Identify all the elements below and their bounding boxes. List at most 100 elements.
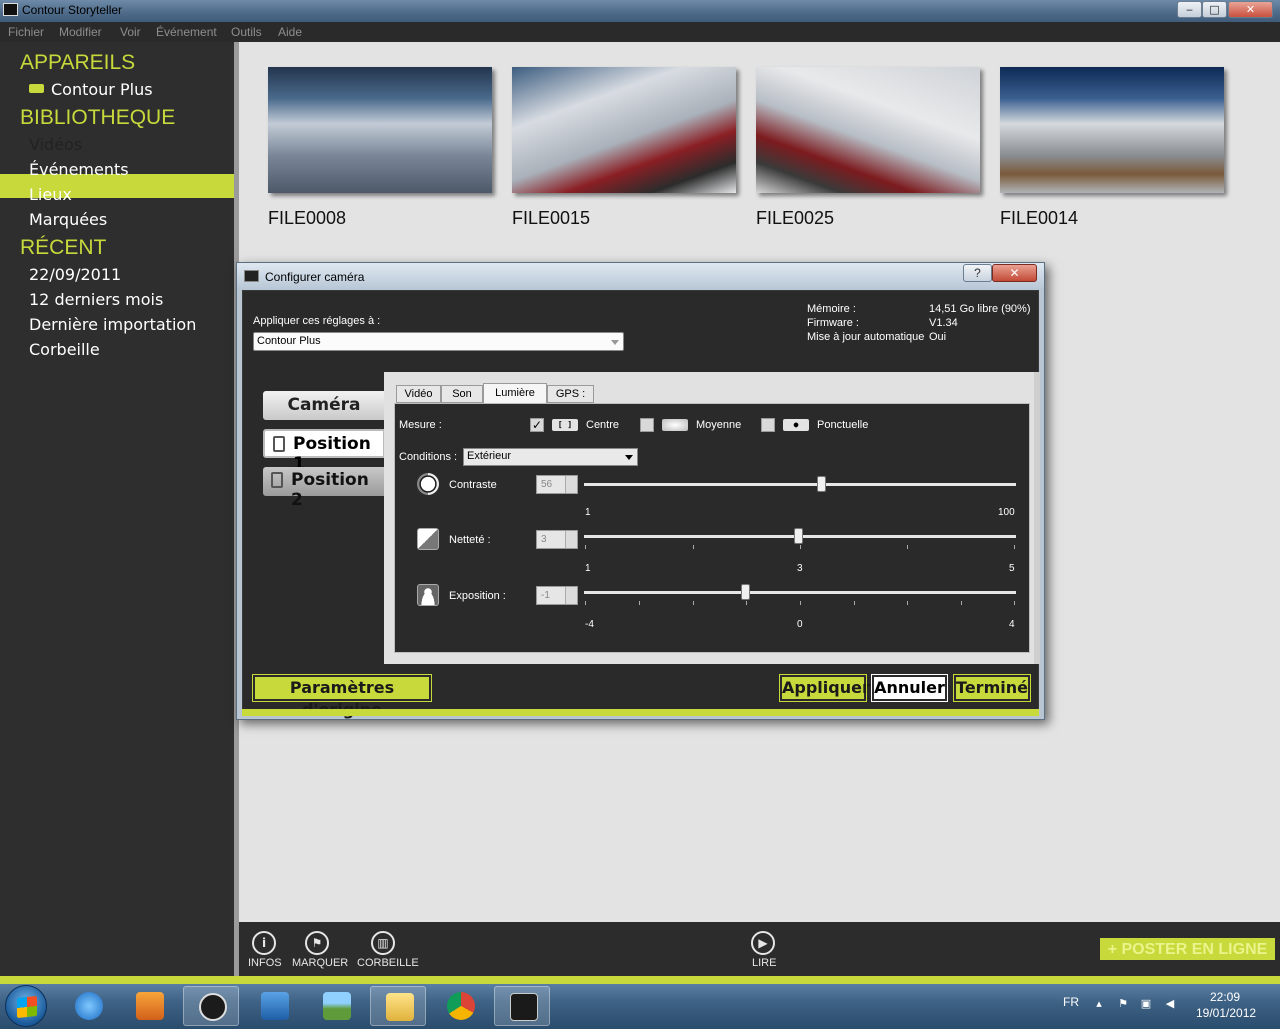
- slider-tick: [907, 545, 908, 549]
- spin-arrows-icon[interactable]: [565, 531, 577, 548]
- sidebar-item-recent-date[interactable]: 22/09/2011: [29, 265, 121, 284]
- sidebar-item-lieux[interactable]: Lieux: [29, 185, 72, 204]
- taskbar-app[interactable]: [246, 986, 302, 1026]
- poster-en-ligne-button[interactable]: + POSTER EN LIGNE: [1100, 938, 1275, 960]
- maximize-button[interactable]: □: [1202, 1, 1227, 18]
- menu-modifier[interactable]: Modifier: [59, 25, 102, 39]
- lire-button-label[interactable]: LIRE: [752, 957, 776, 969]
- window-title: Contour Storyteller: [22, 3, 123, 17]
- apply-to-select[interactable]: Contour Plus: [253, 332, 624, 351]
- dialog-titlebar[interactable]: Configurer caméra ? ✕: [237, 263, 1044, 290]
- moyenne-checkbox[interactable]: [640, 418, 654, 432]
- storyteller-logo-icon: [3, 3, 18, 16]
- cancel-button[interactable]: Annuler: [871, 674, 948, 702]
- spin-arrows-icon[interactable]: [565, 587, 577, 604]
- start-button[interactable]: [5, 985, 47, 1027]
- contraste-spinbox[interactable]: 56: [536, 475, 578, 494]
- exposition-min: -4: [585, 619, 594, 630]
- centre-checkbox[interactable]: ✓: [530, 418, 544, 432]
- sidebar-item-12-months[interactable]: 12 derniers mois: [29, 290, 163, 309]
- sidebar-item-contour-plus[interactable]: Contour Plus: [51, 80, 153, 99]
- menu-voir[interactable]: Voir: [120, 25, 141, 39]
- video-thumbnail[interactable]: [756, 67, 980, 193]
- volume-icon[interactable]: ◀: [1163, 997, 1177, 1011]
- slider-tick: [854, 601, 855, 605]
- taskbar-explorer[interactable]: [370, 986, 426, 1026]
- memory-label: Mémoire :: [807, 303, 856, 315]
- tag-icon[interactable]: ⚑: [305, 931, 329, 955]
- show-hidden-icons-icon[interactable]: ▴: [1092, 997, 1106, 1011]
- tab-gps[interactable]: GPS :: [547, 385, 594, 403]
- sidebar-item-evenements[interactable]: Événements: [29, 160, 129, 179]
- menu-fichier[interactable]: Fichier: [8, 25, 44, 39]
- taskbar-hp[interactable]: [183, 986, 239, 1026]
- ponctuelle-label: Ponctuelle: [817, 419, 869, 431]
- tab-lumiere[interactable]: Lumière: [483, 383, 547, 404]
- taskbar-ie[interactable]: [60, 986, 116, 1026]
- network-icon[interactable]: ▣: [1139, 997, 1153, 1011]
- help-button[interactable]: ?: [963, 264, 992, 282]
- play-icon[interactable]: ▶: [751, 931, 775, 955]
- nettete-spinbox[interactable]: 3: [536, 530, 578, 549]
- video-thumbnail[interactable]: [1000, 67, 1224, 193]
- dialog-accent-strip: [242, 709, 1039, 716]
- tab-video[interactable]: Vidéo: [396, 385, 441, 403]
- trash-icon[interactable]: ▥: [371, 931, 395, 955]
- minimize-button[interactable]: ‒: [1177, 1, 1202, 18]
- photo-viewer-icon: [323, 992, 351, 1020]
- reset-defaults-button[interactable]: Paramètres d'origine: [252, 674, 432, 719]
- nettete-mid: 3: [797, 563, 803, 574]
- tab-camera[interactable]: Caméra: [263, 391, 385, 420]
- sidebar-item-last-import[interactable]: Dernière importation: [29, 315, 196, 334]
- sidebar-item-corbeille[interactable]: Corbeille: [29, 340, 100, 359]
- sidebar-item-videos[interactable]: Vidéos: [29, 135, 82, 154]
- chevron-down-icon: [625, 455, 633, 460]
- video-thumbnail[interactable]: [268, 67, 492, 193]
- slider-tick: [585, 601, 586, 605]
- tab-son[interactable]: Son: [441, 385, 483, 403]
- taskbar-storyteller[interactable]: [494, 986, 550, 1026]
- menu-aide[interactable]: Aide: [278, 25, 302, 39]
- tab-position-1[interactable]: Position 1: [263, 429, 385, 474]
- close-button[interactable]: ✕: [1228, 1, 1273, 18]
- clock-time[interactable]: 22:09: [1210, 990, 1240, 1004]
- exposition-slider-handle[interactable]: [741, 584, 750, 600]
- centre-metering-icon: [ ]: [552, 419, 578, 431]
- sidebar-item-marquees[interactable]: Marquées: [29, 210, 107, 229]
- apply-button[interactable]: Appliquer: [779, 674, 870, 702]
- action-center-icon[interactable]: ⚑: [1116, 997, 1130, 1011]
- marquer-button-label[interactable]: MARQUER: [292, 957, 348, 969]
- scrollbar[interactable]: [1034, 372, 1040, 664]
- taskbar-media-player[interactable]: [121, 986, 177, 1026]
- mesure-label: Mesure :: [399, 419, 442, 431]
- menu-outils[interactable]: Outils: [231, 25, 262, 39]
- slider-tick: [639, 601, 640, 605]
- bibliotheque-heading: BIBLIOTHEQUE: [20, 106, 176, 129]
- exposition-slider-track[interactable]: [584, 591, 1016, 594]
- spin-arrows-icon[interactable]: [565, 476, 577, 493]
- info-icon[interactable]: i: [252, 931, 276, 955]
- menu-evenement[interactable]: Événement: [156, 25, 217, 39]
- dialog-body: Appliquer ces réglages à : Contour Plus …: [242, 290, 1040, 715]
- contraste-label: Contraste: [449, 479, 497, 491]
- exposition-spinbox[interactable]: -1: [536, 586, 578, 605]
- appareils-heading: APPAREILS: [20, 51, 136, 74]
- taskbar-photos[interactable]: [308, 986, 364, 1026]
- infos-button-label[interactable]: INFOS: [248, 957, 282, 969]
- hp-icon: [199, 993, 227, 1021]
- contraste-slider-track[interactable]: [584, 483, 1016, 486]
- taskbar-chrome[interactable]: [432, 986, 488, 1026]
- tab-position-2[interactable]: Position 2: [263, 467, 385, 510]
- corbeille-button-label[interactable]: CORBEILLE: [357, 957, 419, 969]
- done-button[interactable]: Terminé: [953, 674, 1031, 702]
- video-thumbnail[interactable]: [512, 67, 736, 193]
- nettete-slider-handle[interactable]: [794, 528, 803, 544]
- clock-date[interactable]: 19/01/2012: [1196, 1006, 1256, 1020]
- dialog-close-button[interactable]: ✕: [992, 264, 1037, 282]
- camera-position-icon: [273, 436, 285, 452]
- conditions-select[interactable]: Extérieur: [463, 448, 638, 466]
- language-indicator[interactable]: FR: [1063, 995, 1079, 1009]
- camera-position-icon: [271, 472, 283, 488]
- ponctuelle-checkbox[interactable]: [761, 418, 775, 432]
- contraste-slider-handle[interactable]: [817, 476, 826, 492]
